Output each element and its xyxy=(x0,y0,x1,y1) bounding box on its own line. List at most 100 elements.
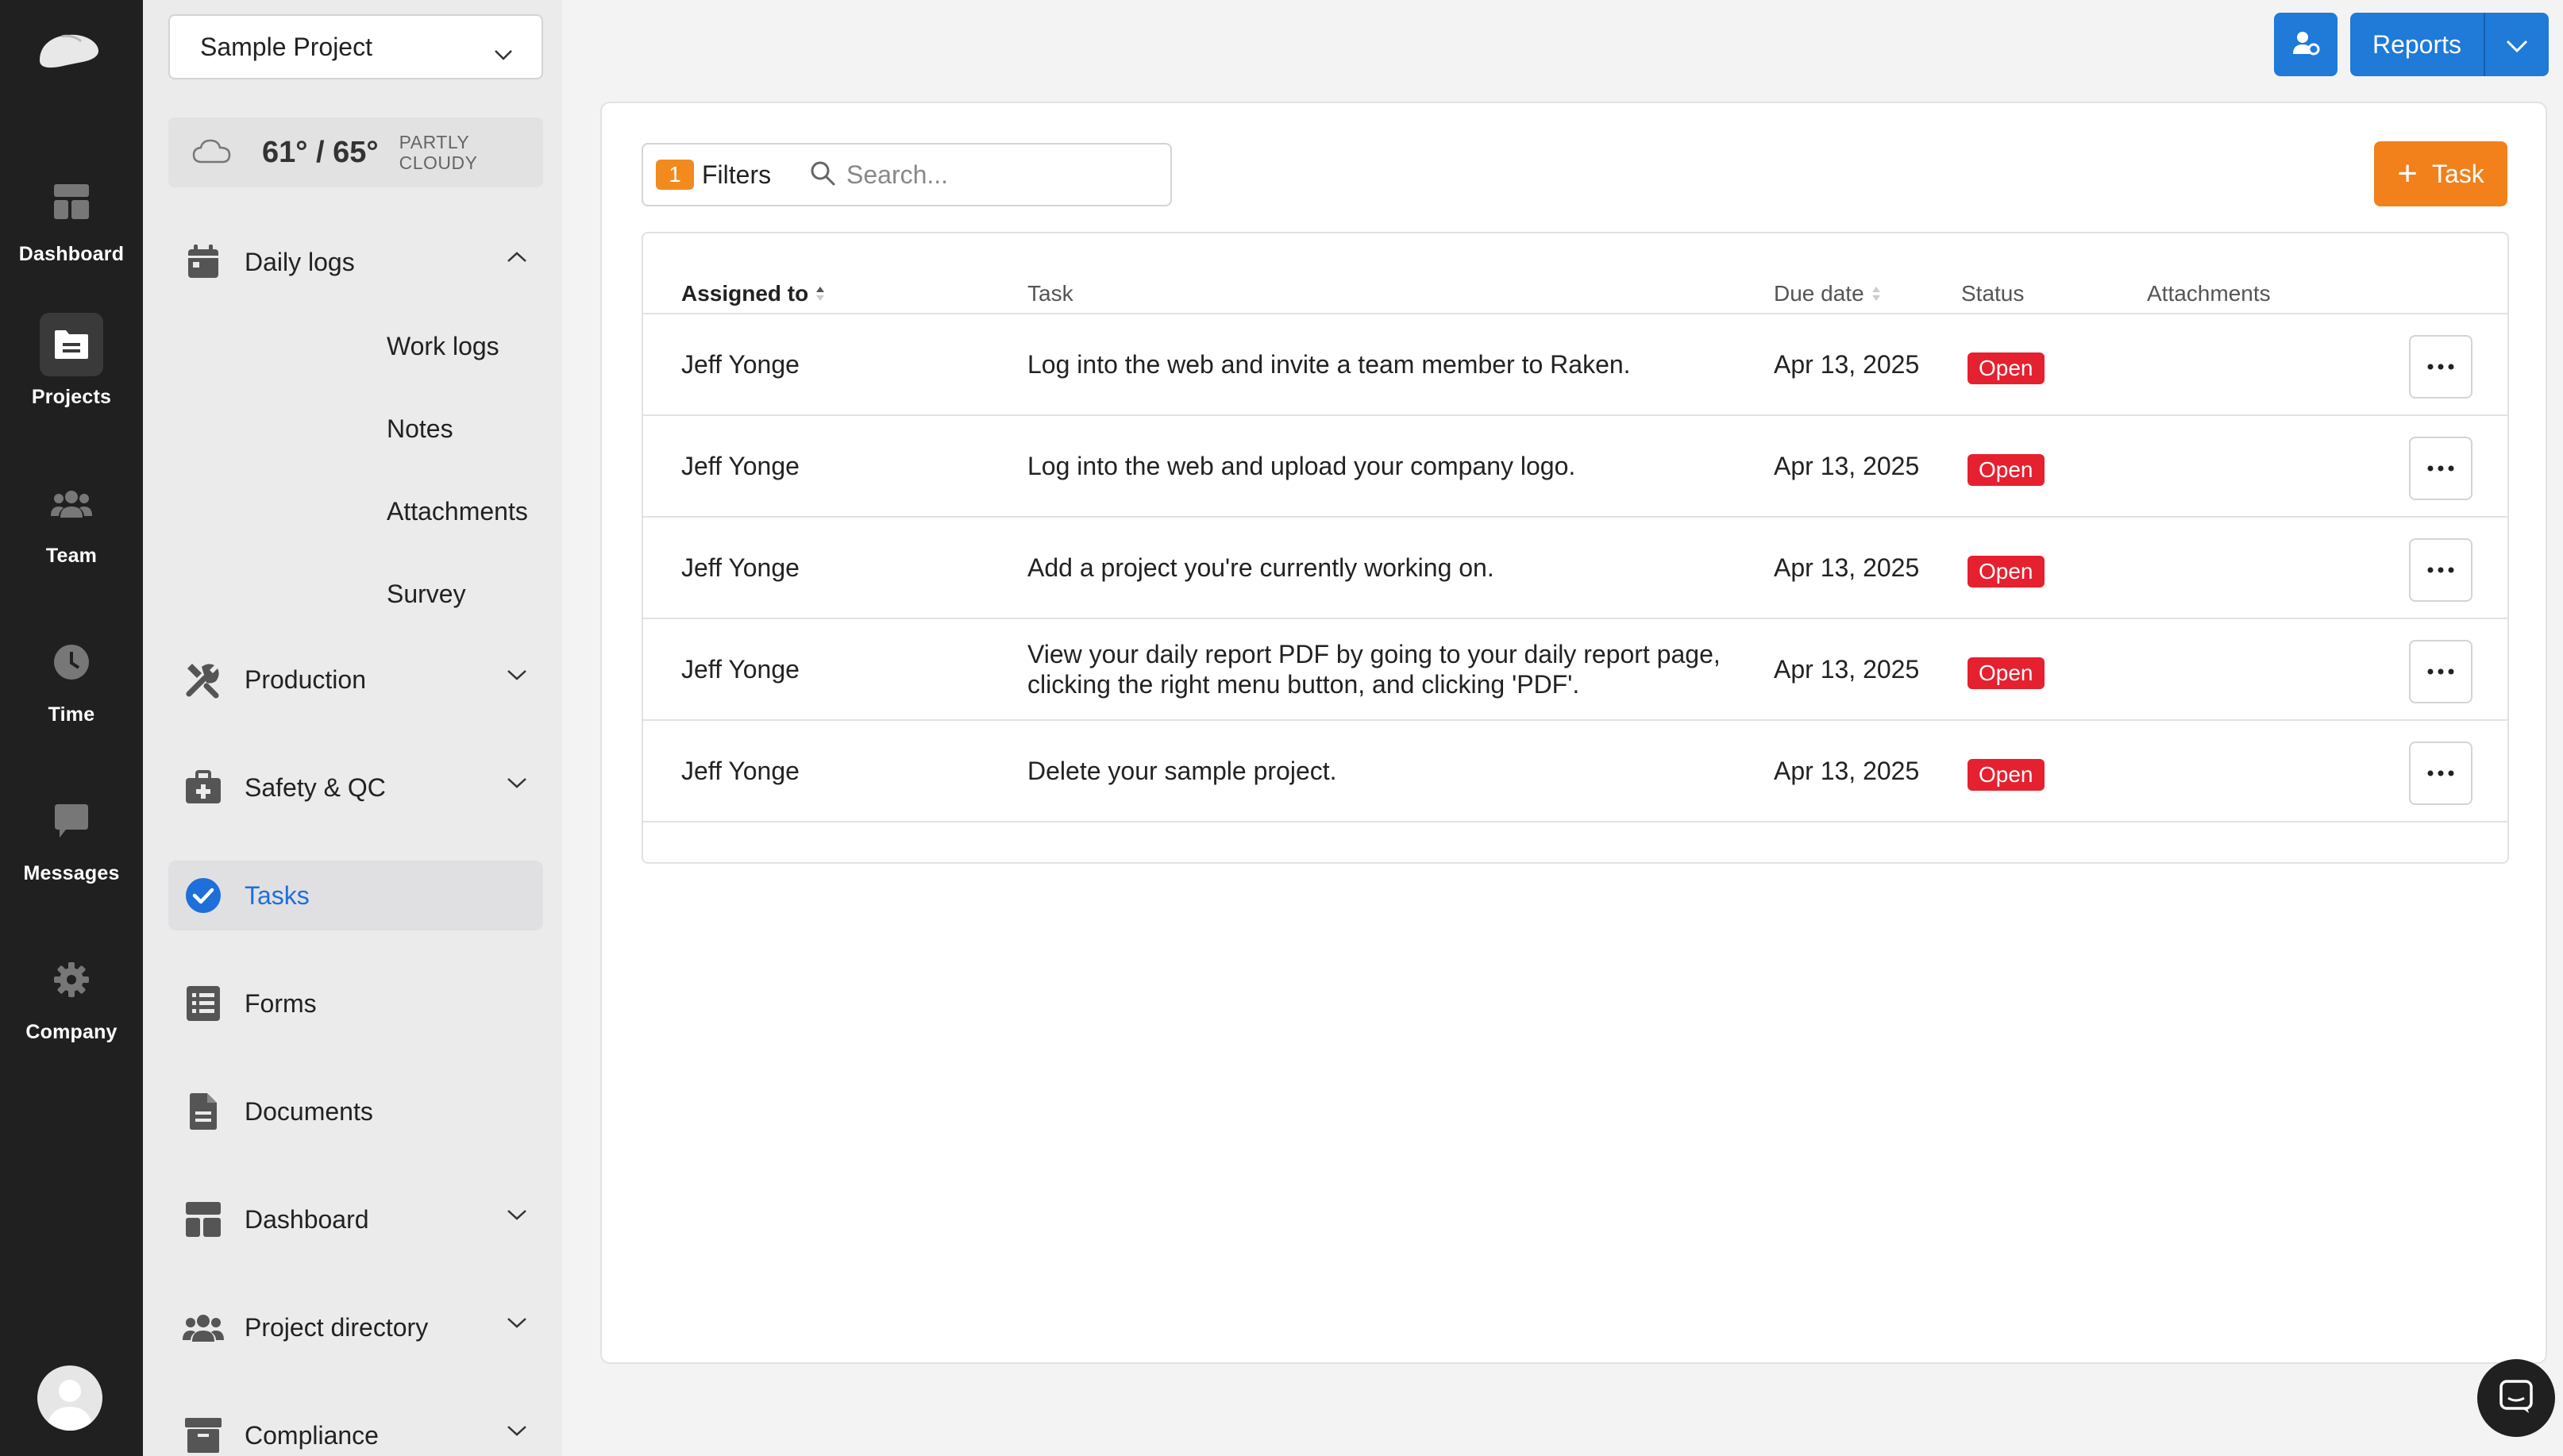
due-date-cell: Apr 13, 2025 xyxy=(1774,553,1920,582)
user-avatar[interactable] xyxy=(37,1365,102,1431)
search-input[interactable] xyxy=(846,160,1148,190)
rail-dashboard-label: Dashboard xyxy=(18,243,125,265)
nav-safety-qc[interactable]: Safety & QC xyxy=(168,753,543,822)
tools-icon xyxy=(183,659,224,700)
nav-compliance-label: Compliance xyxy=(245,1420,379,1450)
clock-icon xyxy=(40,630,103,694)
collaborators-button[interactable] xyxy=(2274,13,2338,76)
team-icon xyxy=(40,472,103,535)
nav-project-directory[interactable]: Project directory xyxy=(168,1292,543,1362)
tasks-panel: 1 Filters + Task Assigned to Task Due da… xyxy=(600,102,2547,1364)
cloud-icon xyxy=(192,138,232,168)
column-attachments: Attachments xyxy=(2147,281,2271,306)
nav-forms-label: Forms xyxy=(245,988,317,1018)
nav-forms[interactable]: Forms xyxy=(168,969,543,1038)
table-row[interactable]: Jeff Yonge Delete your sample project. A… xyxy=(643,721,2507,822)
nav-dashboard-label: Dashboard xyxy=(245,1204,369,1234)
nav-production[interactable]: Production xyxy=(168,645,543,715)
task-cell: Add a project you're currently working o… xyxy=(1027,553,1494,582)
column-status: Status xyxy=(1961,281,2025,306)
sort-ascending-icon xyxy=(815,285,826,302)
due-date-cell: Apr 13, 2025 xyxy=(1774,452,1920,480)
nav-sub-attachments[interactable]: Attachments xyxy=(387,497,528,526)
row-actions-button[interactable] xyxy=(2409,741,2472,805)
assigned-to-cell: Jeff Yonge xyxy=(681,553,800,582)
reports-button[interactable]: Reports xyxy=(2350,13,2549,76)
nav-tasks[interactable]: Tasks xyxy=(168,861,543,930)
rail-messages[interactable]: Messages xyxy=(0,778,143,889)
project-nav: Sample Project 61° / 65° PARTLY CLOUDY D… xyxy=(143,0,562,1456)
row-actions-button[interactable] xyxy=(2409,640,2472,703)
rail-projects[interactable]: Projects xyxy=(0,302,143,413)
more-horizontal-icon xyxy=(2427,360,2454,374)
gear-icon xyxy=(40,948,103,1011)
column-due-date-label: Due date xyxy=(1774,281,1864,306)
chevron-down-icon xyxy=(494,38,513,67)
user-cog-icon xyxy=(2291,30,2320,60)
nav-production-label: Production xyxy=(245,664,366,694)
chevron-down-icon xyxy=(507,1316,527,1333)
row-actions-button[interactable] xyxy=(2409,335,2472,399)
chevron-down-icon xyxy=(507,668,527,685)
plus-icon: + xyxy=(2397,154,2418,193)
rail-time[interactable]: Time xyxy=(0,619,143,730)
nav-sub-survey[interactable]: Survey xyxy=(387,580,466,609)
chat-bubble-icon xyxy=(2499,1379,2534,1418)
rail-company[interactable]: Company xyxy=(0,937,143,1048)
nav-dashboard[interactable]: Dashboard xyxy=(168,1184,543,1254)
nav-sub-work-logs[interactable]: Work logs xyxy=(387,332,499,361)
task-cell: Log into the web and upload your company… xyxy=(1027,452,1576,480)
table-row[interactable]: Jeff Yonge Add a project you're currentl… xyxy=(643,518,2507,619)
check-circle-icon xyxy=(183,875,224,916)
status-badge: Open xyxy=(1968,454,2045,486)
row-actions-button[interactable] xyxy=(2409,538,2472,602)
search-icon xyxy=(810,160,835,190)
filters-button-label: Filters xyxy=(702,160,772,189)
app-rail: Dashboard Projects Team Time Messages Co… xyxy=(0,0,143,1456)
filters-button[interactable]: 1 Filters xyxy=(642,143,792,206)
nav-tasks-label: Tasks xyxy=(245,880,310,910)
weather-temperature: 61° / 65° xyxy=(262,135,379,169)
nav-documents[interactable]: Documents xyxy=(168,1077,543,1146)
due-date-cell: Apr 13, 2025 xyxy=(1774,350,1920,379)
more-horizontal-icon xyxy=(2427,766,2454,780)
support-chat-button[interactable] xyxy=(2477,1359,2555,1437)
tasks-table: Assigned to Task Due date Status Attachm… xyxy=(642,232,2509,864)
reports-dropdown-toggle[interactable] xyxy=(2485,30,2549,60)
chevron-up-icon xyxy=(507,251,527,268)
search-field[interactable] xyxy=(791,143,1172,206)
row-actions-button[interactable] xyxy=(2409,437,2472,500)
table-row[interactable]: Jeff Yonge Log into the web and upload y… xyxy=(643,416,2507,518)
status-badge: Open xyxy=(1968,657,2045,689)
team-icon xyxy=(183,1307,224,1348)
rail-team[interactable]: Team xyxy=(0,460,143,572)
nav-compliance[interactable]: Compliance xyxy=(168,1400,543,1456)
nav-daily-logs[interactable]: Daily logs xyxy=(168,227,543,297)
assigned-to-cell: Jeff Yonge xyxy=(681,757,800,785)
reports-button-label: Reports xyxy=(2372,29,2462,59)
status-badge: Open xyxy=(1968,556,2045,587)
column-due-date[interactable]: Due date xyxy=(1774,281,1882,306)
raken-logo[interactable] xyxy=(35,29,102,73)
task-cell: Delete your sample project. xyxy=(1027,757,1337,785)
rail-dashboard[interactable]: Dashboard xyxy=(0,159,143,270)
nav-project-directory-label: Project directory xyxy=(245,1312,429,1342)
dashboard-icon xyxy=(40,170,103,233)
add-task-button[interactable]: + Task xyxy=(2374,141,2507,206)
list-form-icon xyxy=(183,983,224,1024)
column-task: Task xyxy=(1027,281,1073,306)
assigned-to-cell: Jeff Yonge xyxy=(681,655,800,684)
nav-sub-notes[interactable]: Notes xyxy=(387,414,453,444)
dashboard-icon xyxy=(183,1199,224,1240)
add-task-button-label: Task xyxy=(2431,159,2484,188)
task-cell: View your daily report PDF by going to y… xyxy=(1027,640,1721,699)
nav-documents-label: Documents xyxy=(245,1096,373,1126)
folder-icon xyxy=(40,313,103,376)
table-row[interactable]: Jeff Yonge View your daily report PDF by… xyxy=(643,619,2507,721)
rail-company-label: Company xyxy=(25,1021,118,1043)
project-select[interactable]: Sample Project xyxy=(168,14,543,79)
table-row[interactable]: Jeff Yonge Log into the web and invite a… xyxy=(643,314,2507,416)
nav-safety-qc-label: Safety & QC xyxy=(245,772,386,802)
nav-daily-logs-label: Daily logs xyxy=(245,247,355,276)
column-assigned-to[interactable]: Assigned to xyxy=(681,281,826,306)
